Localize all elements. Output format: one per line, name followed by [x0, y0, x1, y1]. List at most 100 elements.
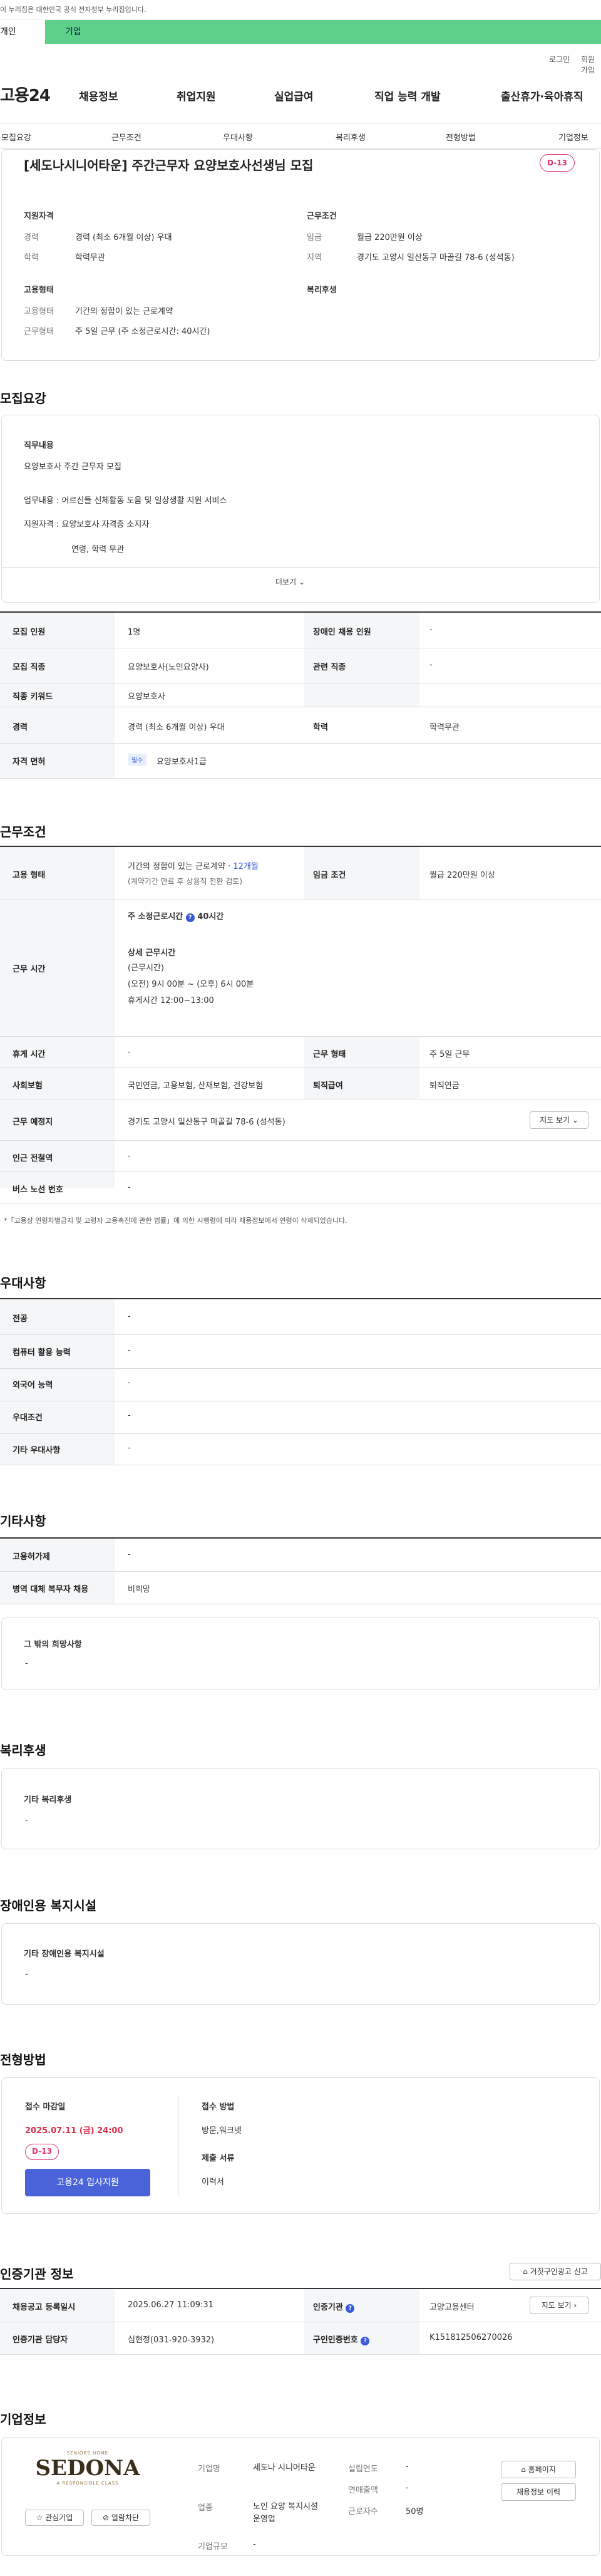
gnb-training[interactable]: 직업 능력 개발	[374, 88, 441, 103]
site-logo[interactable]: 고용24	[0, 83, 51, 106]
reg-label: 채용공고 등록일시	[13, 2303, 76, 2312]
info-icon[interactable]: ?	[361, 2337, 370, 2345]
insurance-value: 국민연금, 고용보험, 산재보험, 건강보험	[128, 1081, 264, 1091]
section-nav-recruit[interactable]: 모집요강	[1, 131, 31, 143]
tab-individual[interactable]: 개인	[0, 20, 45, 44]
row-divider	[0, 1140, 601, 1141]
bus-label: 버스 노선 번호	[13, 1185, 63, 1195]
apply-button[interactable]: 고용24 입사지원	[25, 2169, 150, 2196]
place-map-button[interactable]: 지도 보기 ⌄	[530, 1111, 588, 1129]
report-label: 거짓구인광고 신고	[530, 2267, 588, 2276]
pref-heading: 우대사항	[0, 1275, 46, 1291]
agency-heading: 인증기관 정보	[0, 2267, 74, 2282]
chevron-right-icon: ›	[573, 2301, 577, 2310]
job-title: [세도나시니어타운] 주간근무자 요양보호사선생님 모집	[24, 158, 314, 173]
headcount-value: 1명	[128, 628, 141, 637]
emp-type-value: 기간의 정함이 있는 근로계약	[75, 307, 173, 316]
est-value: -	[406, 2462, 409, 2471]
agency-map-button[interactable]: 지도 보기 ›	[530, 2297, 588, 2314]
duty-heading: 직무내용	[24, 441, 54, 450]
pref-major-value: -	[128, 1312, 131, 1321]
pref-language-label: 외국어 능력	[13, 1381, 53, 1390]
hours-total-value: 40시간	[197, 912, 224, 922]
homepage-label: 홈페이지	[528, 2465, 556, 2474]
gnb-unemployment[interactable]: 실업급여	[274, 88, 314, 103]
area-value: 경기도 고양시 일산동구 마골길 78-6 (성석동)	[357, 253, 515, 262]
row-divider	[0, 778, 601, 779]
edu-value: 학력무관	[429, 723, 460, 732]
block-button[interactable]: ⊘ 열람차단	[91, 2510, 150, 2526]
more-label: 더보기	[275, 578, 297, 586]
row-divider	[0, 1571, 601, 1572]
more-button[interactable]: 더보기 ⌄	[275, 576, 305, 587]
bus-value: -	[128, 1183, 131, 1192]
login-link[interactable]: 로그인	[549, 54, 570, 65]
cert-no-label-text: 구인인증번호	[313, 2335, 358, 2345]
row-divider	[0, 1171, 601, 1172]
favorite-button[interactable]: ☆ 관심기업	[25, 2510, 84, 2526]
company-name-value: 세도나 시니어타운	[253, 2463, 316, 2473]
required-badge: 필수	[128, 754, 147, 766]
method-value: 방문,워크넷	[202, 2126, 242, 2136]
section-nav-welfare[interactable]: 복리후생	[336, 131, 366, 143]
company-size-value: -	[253, 2540, 256, 2549]
tab-company[interactable]: 기업	[65, 20, 81, 44]
keyword-label: 직종 키워드	[13, 692, 53, 702]
gnb-employment-support[interactable]: 취업지원	[177, 88, 216, 103]
welfare-heading: 복리후생	[307, 286, 337, 295]
logo-top-text: SENIORS HOME	[66, 2451, 109, 2456]
cert-no-label: 구인인증번호 ?	[313, 2333, 370, 2345]
job-history-button[interactable]: 채용정보 이력	[501, 2483, 576, 2501]
row-divider	[0, 1036, 601, 1037]
career-value: 경력 (최소 6개월 이상) 우대	[75, 233, 172, 242]
related-value: -	[429, 660, 433, 670]
duty-line-2: 업무내용 : 어르신들 신체활동 도움 및 일상생활 지원 서비스	[24, 496, 227, 506]
logo-main-text: SEDONA	[35, 2456, 140, 2481]
section-nav-work[interactable]: 근무조건	[111, 131, 141, 143]
emp-value: 기간의 정함이 있는 근로계약 · 12개월	[128, 860, 259, 871]
job-label: 모집 직종	[13, 663, 46, 672]
pref-etc-label: 기타 우대사항	[13, 1446, 61, 1455]
report-button[interactable]: ⌂ 거짓구인광고 신고	[510, 2263, 601, 2280]
company-logo: SENIORS HOME SEDONA A RESPONSIBLE CLASS	[25, 2451, 150, 2507]
section-nav-pref[interactable]: 우대사항	[223, 131, 253, 143]
disabled-value: -	[429, 625, 433, 635]
pref-condition-value: -	[128, 1411, 131, 1420]
detail-line-1: (근무시간)	[128, 963, 164, 973]
info-icon[interactable]: ?	[185, 913, 195, 922]
join-link[interactable]: 회원가입	[581, 54, 601, 75]
pref-computer-value: -	[128, 1346, 131, 1355]
section-nav-process[interactable]: 전형방법	[446, 131, 476, 143]
hours-total-label: 주 소정근로시간	[128, 912, 183, 922]
disabled-label: 장애인 채용 인원	[313, 628, 371, 637]
gov-notice-bar: 이 누리집은 대한민국 공식 전자정부 누리집입니다.	[0, 0, 601, 20]
hours-label: 근무 시간	[13, 965, 46, 974]
job-value: 요양보호사(노인요양사)	[128, 663, 209, 672]
homepage-button[interactable]: ⌂ 홈페이지	[501, 2461, 576, 2478]
divider	[1, 567, 600, 568]
docs-value: 이력서	[202, 2178, 224, 2187]
gnb-parental-leave[interactable]: 출산휴가·육아휴직	[501, 88, 583, 103]
military-label: 병역 대체 복무자 채용	[13, 1585, 89, 1594]
section-nav-company[interactable]: 기업정보	[558, 131, 588, 143]
pref-computer-label: 컴퓨터 활용 능력	[13, 1348, 71, 1358]
other-wish-value: -	[25, 1659, 28, 1668]
license-value: 요양보호사1급	[157, 757, 207, 767]
est-label: 설립연도	[348, 2464, 378, 2474]
emp-months: 12개월	[233, 862, 259, 871]
other-wish-card	[1, 1618, 600, 1690]
emp-note: (계약기간 만료 후 상용직 전환 검토)	[128, 877, 242, 886]
work-form-value: 주 5일 근무 (주 소정근로시간: 40시간)	[75, 327, 210, 336]
revenue-label: 연매출액	[348, 2486, 378, 2495]
company-size-label: 기업규모	[198, 2542, 228, 2552]
pref-language-value: -	[128, 1378, 131, 1388]
info-icon[interactable]: ?	[346, 2304, 355, 2313]
headcount-label: 모집 인원	[13, 628, 46, 637]
place-value: 경기도 고양시 일산동구 마골길 78-6 (성석동)	[128, 1118, 285, 1127]
agency-label: 인증기관 ?	[313, 2300, 355, 2313]
break-label: 휴게 시간	[13, 1050, 46, 1059]
gnb-jobs[interactable]: 채용정보	[79, 88, 118, 103]
chevron-down-icon: ⌄	[298, 578, 306, 586]
other-wish-heading: 그 밖의 희망사항	[24, 1640, 82, 1649]
emp-type-label: 고용형태	[24, 307, 54, 316]
